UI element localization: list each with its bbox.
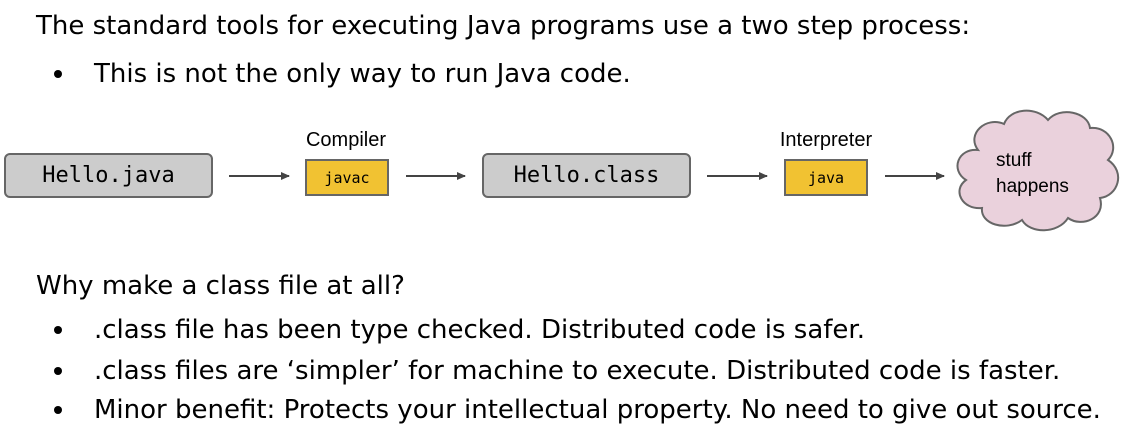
compiler-box: javac bbox=[305, 159, 389, 196]
compiler-label: Compiler bbox=[305, 129, 387, 151]
interpreter-box: java bbox=[784, 159, 868, 196]
class-file-box: Hello.class bbox=[482, 153, 691, 198]
why-bullet-text: Minor benefit: Protects your intellectua… bbox=[94, 395, 1101, 425]
bullet-dot-icon bbox=[54, 326, 62, 334]
bullet-dot-icon bbox=[54, 406, 62, 414]
cloud-text-line2: happens bbox=[996, 176, 1069, 197]
interpreter-label: Interpreter bbox=[779, 129, 873, 151]
why-bullet-text: .class file has been type checked. Distr… bbox=[94, 315, 865, 345]
source-file-box: Hello.java bbox=[4, 153, 213, 198]
cloud-text-line1: stuff bbox=[996, 150, 1032, 171]
why-heading: Why make a class file at all? bbox=[36, 271, 405, 301]
why-bullet-text: .class files are ‘simpler’ for machine t… bbox=[94, 356, 1061, 386]
bullet-dot-icon bbox=[54, 367, 62, 375]
cloud-shape bbox=[956, 109, 1119, 232]
